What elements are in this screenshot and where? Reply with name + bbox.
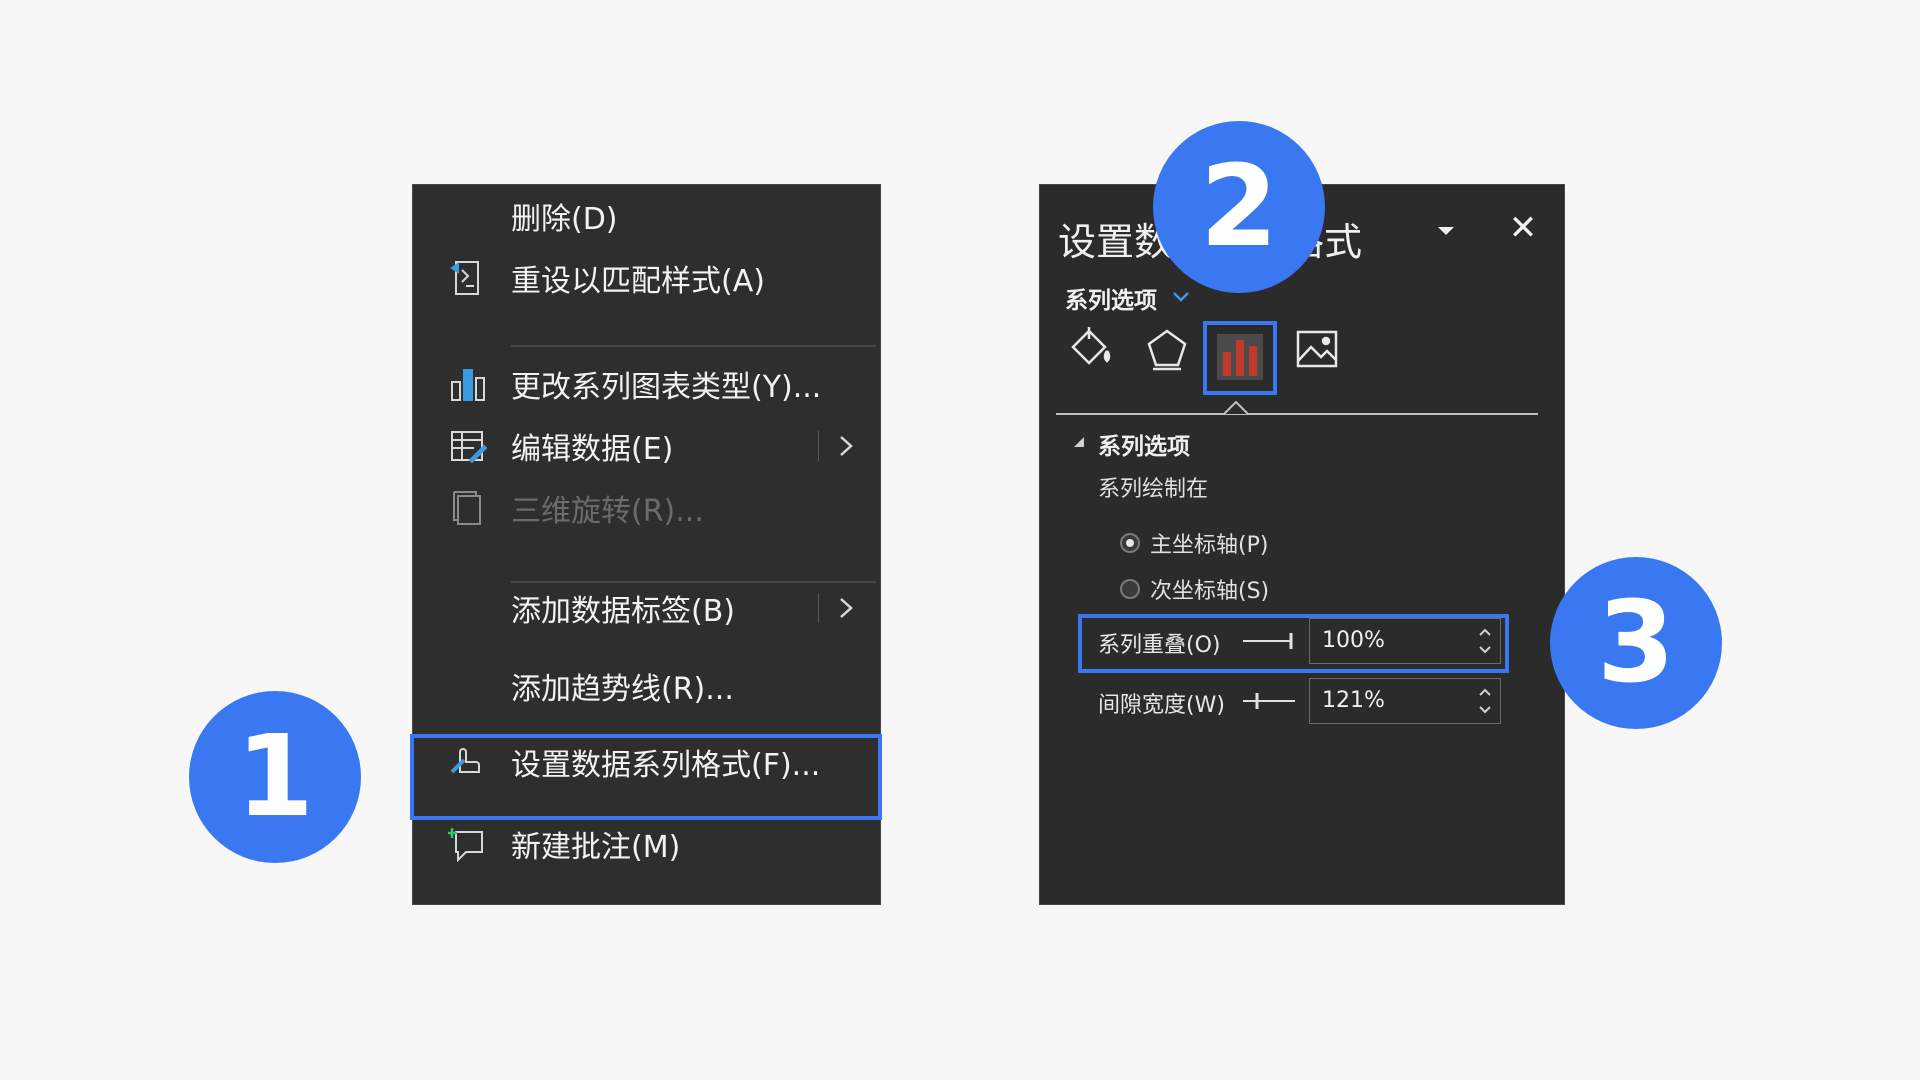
chevron-right-icon [840, 598, 853, 618]
highlight-format-series-item [410, 734, 882, 820]
menu-item-label: 更改系列图表类型(Y)... [511, 370, 822, 405]
3d-rotation-icon [447, 487, 489, 529]
tab-fill-line[interactable] [1062, 320, 1120, 378]
menu-item-label: 三维旋转(R)... [511, 494, 704, 529]
menu-item-3d-rotation[interactable]: 三维旋转(R)... [413, 477, 880, 539]
tab-picture[interactable] [1288, 320, 1346, 378]
new-comment-icon [447, 823, 489, 865]
radio-primary-axis[interactable] [1120, 533, 1140, 553]
menu-item-label: 添加趋势线(R)... [511, 672, 734, 707]
chevron-right-icon [840, 436, 853, 456]
chart-type-icon [447, 363, 489, 405]
caret-down-icon[interactable] [1432, 221, 1460, 241]
gap-width-slider[interactable] [1243, 691, 1295, 711]
options-dropdown[interactable]: 系列选项 [1065, 281, 1157, 315]
submenu-divider [818, 431, 819, 461]
menu-separator [511, 345, 876, 347]
paint-bucket-icon [1071, 327, 1111, 365]
menu-item-edit-data[interactable]: 编辑数据(E) [413, 415, 880, 477]
edit-data-icon [447, 425, 489, 467]
menu-item-label: 重设以匹配样式(A) [511, 264, 765, 299]
menu-item-label: 添加数据标签(B) [511, 594, 735, 629]
menu-item-change-chart-type[interactable]: 更改系列图表类型(Y)... [413, 353, 880, 415]
section-title: 系列选项 [1098, 434, 1190, 460]
collapse-triangle-icon[interactable] [1072, 435, 1086, 449]
gap-width-spinner[interactable]: 121% [1309, 678, 1501, 724]
format-data-series-pane: 设置数据系列格式 ✕ 系列选项 系列选项 系列绘制在 [1039, 184, 1565, 905]
menu-item-add-trendline[interactable]: 添加趋势线(R)... [413, 655, 880, 717]
step-badge-2: 2 [1153, 121, 1325, 293]
gap-width-label: 间隙宽度(W) [1098, 693, 1225, 718]
tab-divider [1056, 413, 1538, 415]
menu-item-delete[interactable]: 删除(D) [413, 185, 880, 247]
spin-up-icon[interactable] [1478, 687, 1492, 697]
active-tab-highlight [1203, 321, 1277, 395]
pentagon-icon [1147, 329, 1187, 371]
submenu-divider [818, 593, 819, 623]
plot-on-label: 系列绘制在 [1098, 477, 1209, 502]
gap-width-value: 121% [1322, 688, 1385, 713]
picture-icon [1296, 330, 1338, 368]
tab-effects[interactable] [1138, 320, 1196, 378]
step-badge-1: 1 [189, 691, 361, 863]
close-icon[interactable]: ✕ [1506, 211, 1540, 245]
radio-secondary-axis[interactable] [1120, 579, 1140, 599]
menu-item-label: 删除(D) [511, 202, 618, 237]
spin-down-icon[interactable] [1478, 705, 1492, 715]
menu-item-new-comment[interactable]: 新建批注(M) [413, 813, 880, 875]
radio-label-secondary-axis: 次坐标轴(S) [1150, 579, 1270, 604]
tab-indicator-icon [1223, 400, 1249, 415]
reset-style-icon [447, 257, 489, 299]
menu-item-add-data-labels[interactable]: 添加数据标签(B) [413, 577, 880, 639]
step-badge-3: 3 [1550, 557, 1722, 729]
menu-item-reset-style[interactable]: 重设以匹配样式(A) [413, 247, 880, 309]
radio-label-primary-axis: 主坐标轴(P) [1150, 533, 1269, 558]
highlight-overlap-row [1078, 614, 1509, 673]
menu-item-label: 编辑数据(E) [511, 432, 674, 467]
menu-item-label: 新建批注(M) [511, 830, 681, 865]
chevron-down-icon[interactable] [1171, 289, 1191, 305]
